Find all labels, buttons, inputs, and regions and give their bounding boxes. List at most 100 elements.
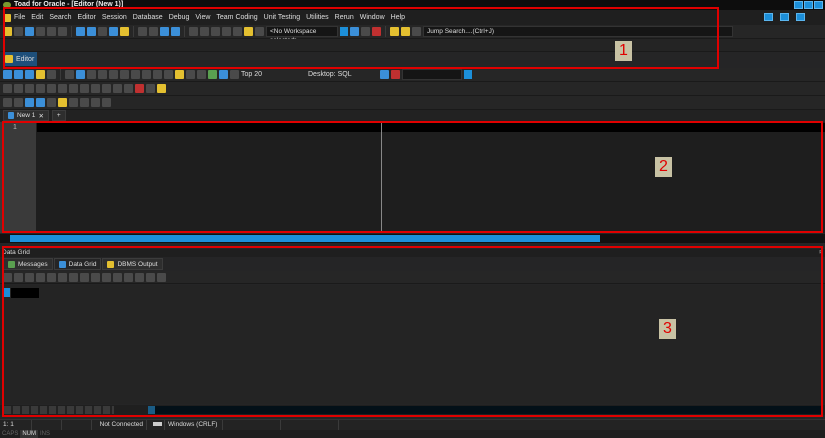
grid-select-all[interactable] (3, 288, 10, 297)
step-icon[interactable] (91, 84, 100, 93)
filter-grid-icon[interactable] (146, 272, 155, 282)
grid-scroll-thumb[interactable] (148, 406, 155, 414)
tool-c-icon[interactable] (98, 70, 107, 79)
desktop-select[interactable]: SQL (338, 71, 378, 78)
disc-icon[interactable] (47, 98, 56, 107)
grid-copy-icon[interactable] (25, 272, 34, 282)
pin-icon[interactable]: ᵖ (820, 249, 822, 257)
minimize-button[interactable] (794, 1, 803, 9)
menu-session[interactable]: Session (102, 14, 127, 21)
menu-utilities[interactable]: Utilities (306, 14, 329, 21)
scroll-thumb[interactable] (10, 235, 600, 242)
menu-edit[interactable]: Edit (31, 14, 43, 21)
workspace-dropdown-button[interactable] (340, 27, 348, 36)
sql-icon[interactable] (36, 27, 45, 36)
tool-b-icon[interactable] (87, 70, 96, 79)
restore-button[interactable] (804, 1, 813, 9)
doc-tab-new-1[interactable]: New 1 ✕ (3, 110, 49, 121)
prev-record-icon[interactable] (58, 272, 67, 282)
next-record-icon[interactable] (69, 272, 78, 282)
rows-limit-select[interactable]: Top 20 (241, 71, 306, 78)
tool-i-icon[interactable] (186, 70, 195, 79)
filter-icon[interactable] (47, 27, 56, 36)
report-icon[interactable] (171, 27, 180, 36)
lock-icon[interactable] (211, 27, 220, 36)
menu-team-coding[interactable]: Team Coding (216, 14, 257, 21)
menu-search[interactable]: Search (49, 14, 71, 21)
navigator-buttons[interactable] (4, 406, 114, 414)
editor-area[interactable]: 1 (0, 122, 825, 233)
flower-icon[interactable] (58, 98, 67, 107)
graduation-icon[interactable] (412, 27, 421, 36)
mdi-close-button[interactable] (796, 13, 805, 21)
step-over-icon[interactable] (102, 84, 111, 93)
mdi-minimize-button[interactable] (764, 13, 773, 21)
doc-a-icon[interactable] (69, 98, 78, 107)
edit-icon[interactable] (76, 70, 85, 79)
session-icon[interactable] (25, 27, 34, 36)
workspace-save-icon[interactable] (361, 27, 370, 36)
cloud-icon[interactable] (401, 27, 410, 36)
comment-icon[interactable] (25, 84, 34, 93)
delete-record-icon[interactable] (102, 272, 111, 282)
sql-query-icon[interactable] (219, 70, 228, 79)
sum-icon[interactable] (157, 272, 166, 282)
menu-debug[interactable]: Debug (169, 14, 190, 21)
workspace-icon[interactable] (350, 27, 359, 36)
network-icon[interactable] (160, 27, 169, 36)
tool-j-icon[interactable] (197, 70, 206, 79)
flask-icon[interactable] (98, 27, 107, 36)
grid-paste-icon[interactable] (36, 272, 45, 282)
post-icon[interactable] (124, 272, 133, 282)
watch-icon[interactable] (124, 84, 133, 93)
tool-icon[interactable] (138, 27, 147, 36)
undo-icon[interactable] (69, 84, 78, 93)
last-record-icon[interactable] (80, 272, 89, 282)
export-icon[interactable] (208, 70, 217, 79)
flask-a-icon[interactable] (3, 98, 12, 107)
table-icon[interactable] (58, 27, 67, 36)
forward-icon[interactable] (200, 27, 209, 36)
menu-view[interactable]: View (195, 14, 210, 21)
workspace-delete-icon[interactable] (372, 27, 381, 36)
desktop-remove-icon[interactable] (390, 70, 400, 79)
close-tab-icon[interactable]: ✕ (38, 112, 43, 120)
menu-help[interactable]: Help (391, 14, 405, 21)
menu-unit-testing[interactable]: Unit Testing (264, 14, 300, 21)
save-icon[interactable] (14, 70, 23, 79)
execute-icon[interactable] (3, 70, 12, 79)
horizontal-scrollbar[interactable] (0, 234, 825, 243)
tab-data-grid[interactable]: Data Grid (53, 258, 102, 270)
schema-browser-icon[interactable] (14, 27, 23, 36)
menu-editor[interactable]: Editor (78, 14, 96, 21)
connection-select[interactable] (401, 69, 462, 80)
grid-scrollbar[interactable] (148, 406, 821, 414)
doc-d-icon[interactable] (102, 98, 111, 107)
breakpoint-icon[interactable] (113, 84, 122, 93)
tool-f-icon[interactable] (142, 70, 151, 79)
doc-b-icon[interactable] (80, 98, 89, 107)
tool-a-icon[interactable] (65, 70, 74, 79)
add-record-icon[interactable] (91, 272, 100, 282)
mdi-restore-button[interactable] (780, 13, 789, 21)
uncomment-icon[interactable] (36, 84, 45, 93)
outdent-icon[interactable] (14, 84, 23, 93)
user-remove-icon[interactable] (255, 27, 264, 36)
open-icon[interactable] (36, 70, 45, 79)
lock2-icon[interactable] (222, 27, 231, 36)
redo-icon[interactable] (80, 84, 89, 93)
data-grid[interactable] (0, 285, 825, 404)
cancel-icon[interactable] (135, 272, 144, 282)
window-icon[interactable] (76, 27, 85, 36)
save-as-icon[interactable] (25, 70, 34, 79)
first-record-icon[interactable] (47, 272, 56, 282)
tab-dbms-output[interactable]: DBMS Output (102, 258, 163, 270)
close-button[interactable] (814, 1, 823, 9)
user-icon[interactable] (244, 27, 253, 36)
print-icon[interactable] (120, 70, 129, 79)
monitor-icon[interactable] (109, 27, 118, 36)
record-icon[interactable] (135, 84, 144, 93)
tool-e-icon[interactable] (131, 70, 140, 79)
tool-g-icon[interactable] (153, 70, 162, 79)
menu-rerun[interactable]: Rerun (335, 14, 354, 21)
